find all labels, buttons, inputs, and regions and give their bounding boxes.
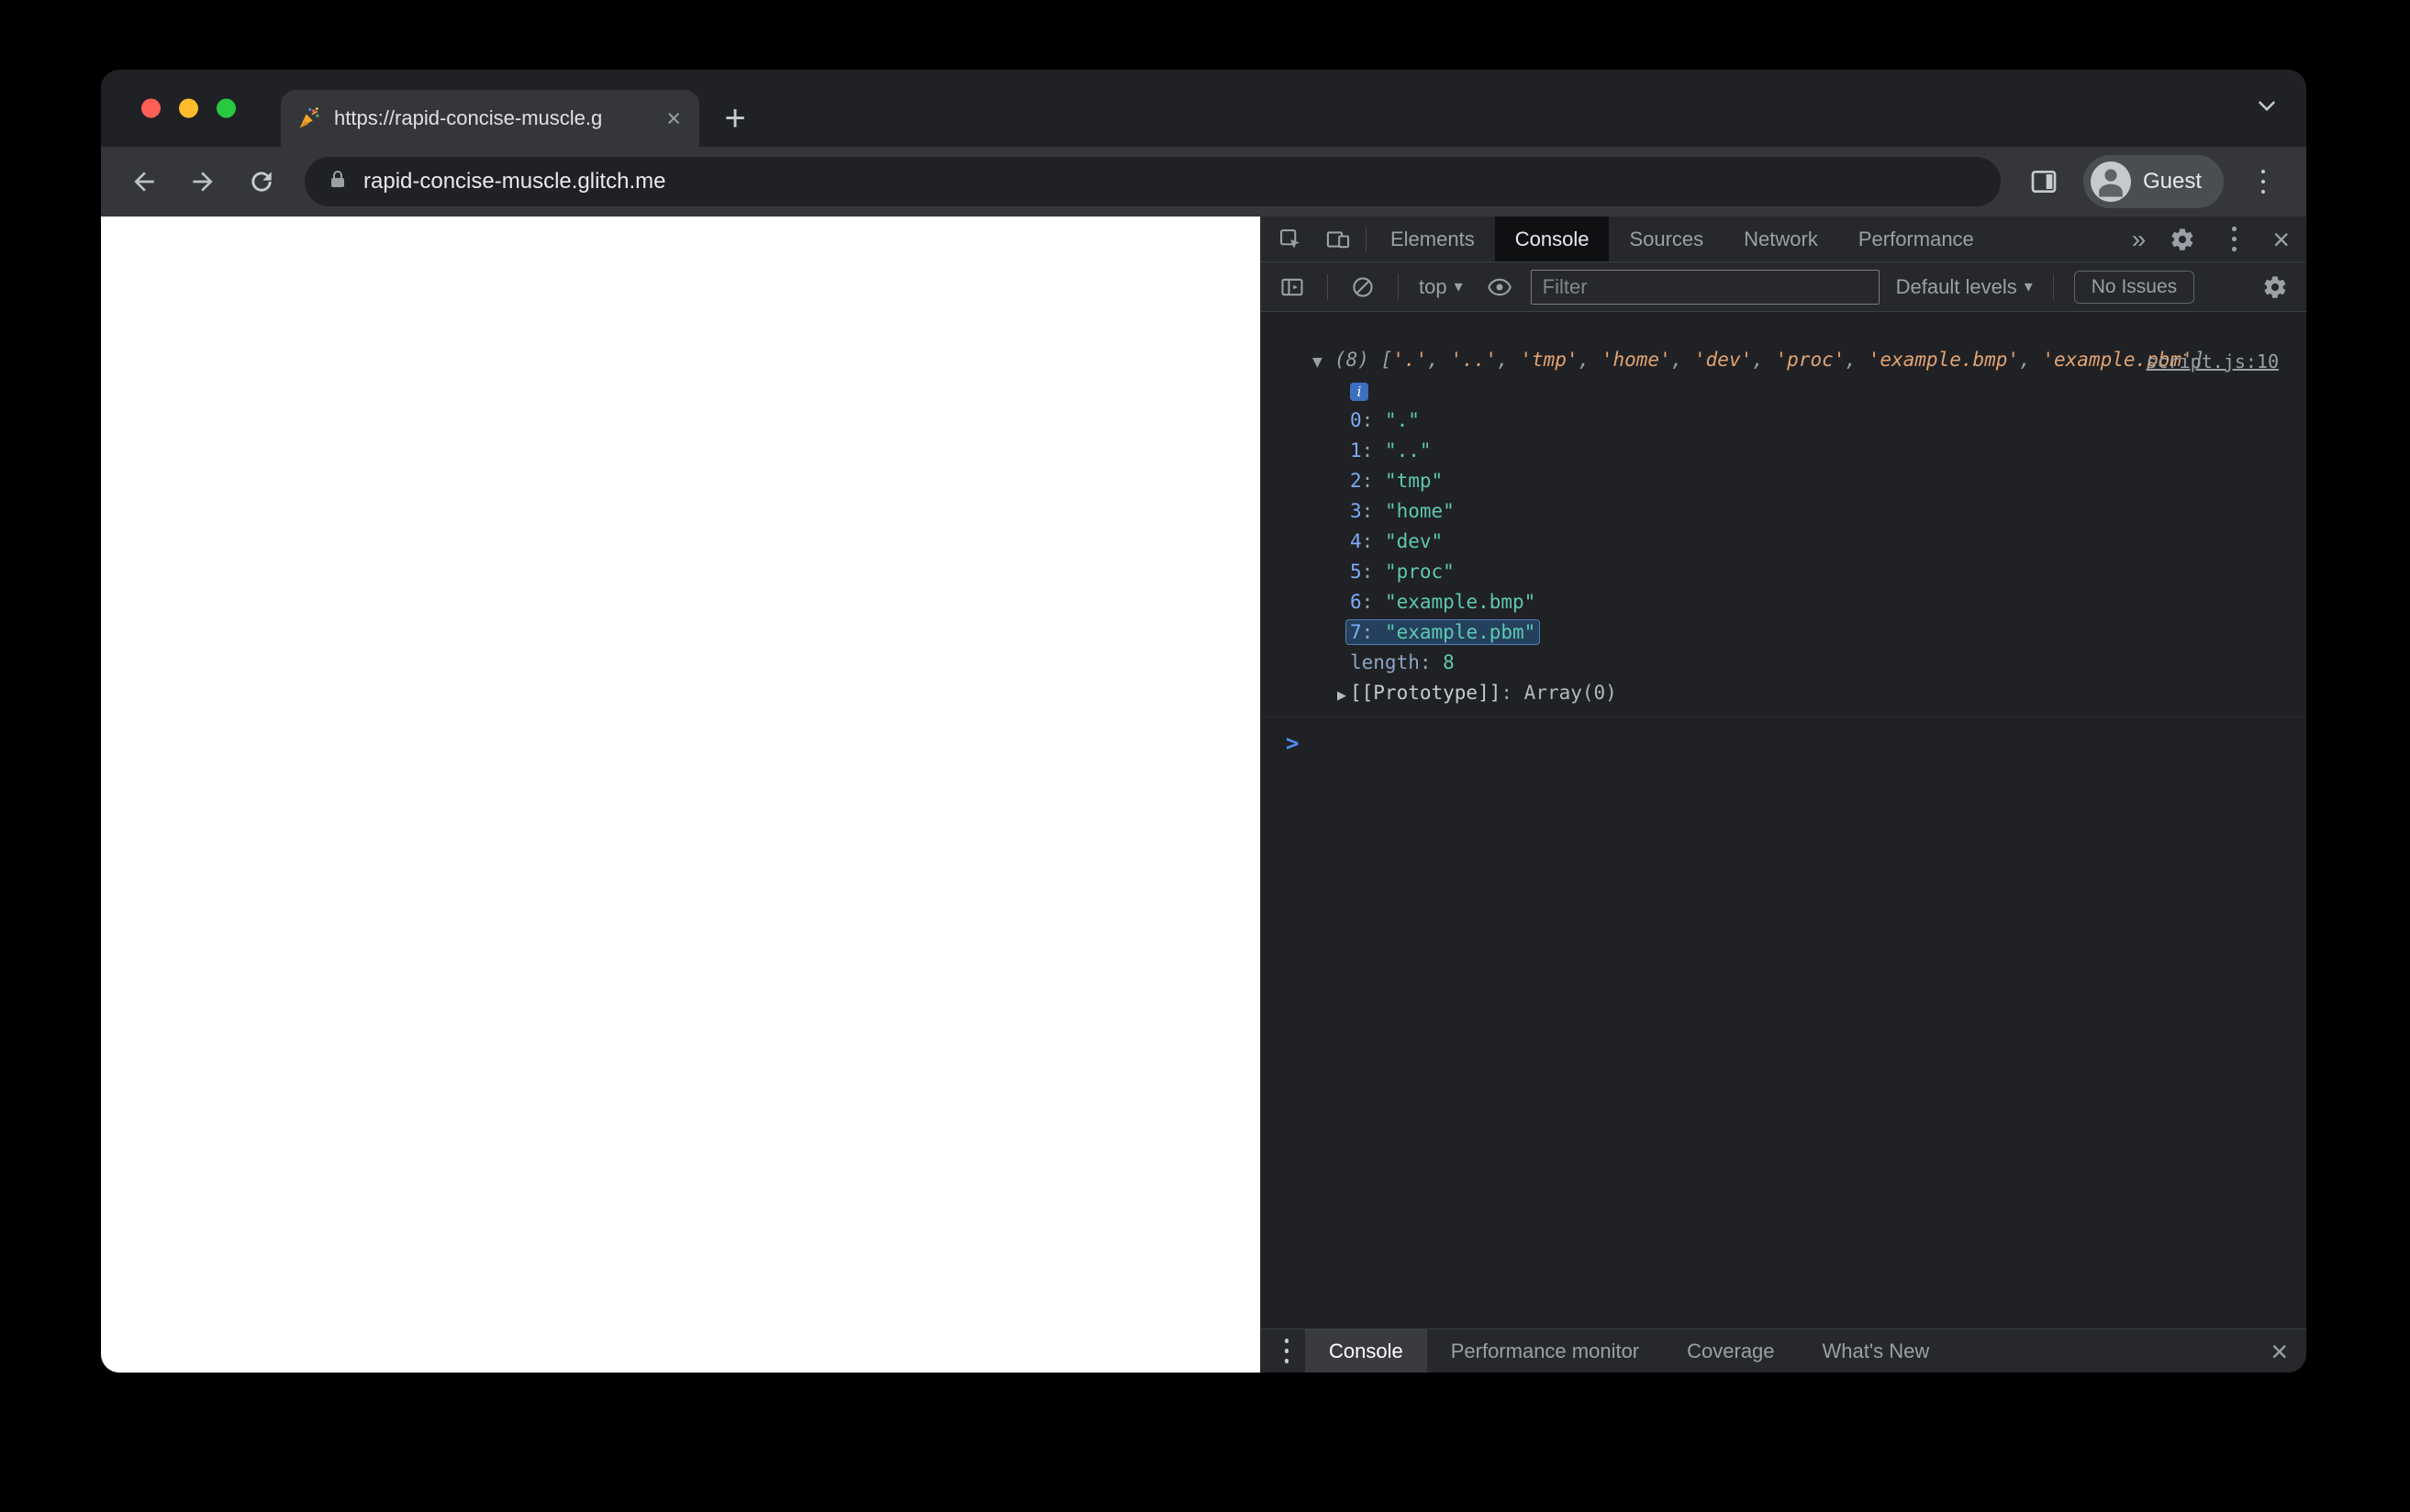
array-item-2[interactable]: 2: "tmp"	[1261, 466, 2306, 496]
array-items: 0: "." 1: ".." 2: "tmp" 3: "home" 4: "dev" 5:…	[1261, 406, 2306, 648]
drawer-tab-what-s-new[interactable]: What's New	[1799, 1329, 1954, 1373]
console-message: script.js:10 ▼ (8) ['.', '..', 'tmp', 'ho…	[1261, 345, 2306, 717]
log-levels-selector[interactable]: Default levels ▾	[1891, 275, 2038, 299]
back-icon[interactable]	[117, 155, 171, 208]
chevron-down-icon: ▾	[2024, 277, 2033, 295]
devtools-panel: Elements Console Sources Network Performance…	[1260, 217, 2306, 1373]
live-expression-eye-icon[interactable]	[1479, 269, 1520, 306]
tab-close-icon[interactable]: ×	[663, 106, 685, 131]
chevron-down-icon: ▾	[1454, 277, 1463, 295]
issues-badge[interactable]: No Issues	[2073, 270, 2195, 304]
array-item-0[interactable]: 0: "."	[1261, 406, 2306, 436]
window-controls	[141, 98, 236, 118]
side-panel-icon[interactable]	[2017, 155, 2070, 208]
drawer-menu-icon[interactable]	[1268, 1336, 1305, 1366]
console-prompt[interactable]: >	[1261, 723, 2306, 756]
info-row: i	[1261, 378, 2306, 406]
length-label: length	[1350, 651, 1420, 673]
array-item-1[interactable]: 1: ".."	[1261, 436, 2306, 466]
devtools-menu-icon[interactable]	[2210, 224, 2258, 254]
address-bar[interactable]: rapid-concise-muscle.glitch.me	[305, 157, 2001, 206]
clear-console-icon[interactable]	[1343, 269, 1383, 306]
party-popper-favicon-icon	[296, 106, 321, 131]
divider	[1398, 273, 1399, 300]
collapse-triangle-icon[interactable]: ▼	[1312, 348, 1334, 378]
prompt-chevron-icon: >	[1286, 730, 1300, 756]
devtools-tabbar-right: » ×	[2123, 224, 2301, 254]
prototype-label: [[Prototype]]	[1350, 682, 1501, 704]
drawer-tabs: Console Performance monitor Coverage What's…	[1305, 1329, 1953, 1373]
device-toolbar-icon[interactable]	[1314, 217, 1362, 261]
more-tabs-icon[interactable]: »	[2123, 225, 2156, 254]
tab-search-chevron-icon[interactable]	[2253, 93, 2281, 125]
array-item-3[interactable]: 3: "home"	[1261, 496, 2306, 527]
reload-icon[interactable]	[235, 155, 288, 208]
zoom-window-button[interactable]	[217, 98, 236, 118]
console-output[interactable]: script.js:10 ▼ (8) ['.', '..', 'tmp', 'ho…	[1261, 312, 2306, 1329]
avatar-icon	[2090, 161, 2131, 202]
devtools-main-tabs: Elements Console Sources Network Performance	[1370, 217, 1994, 261]
console-settings-gear-icon[interactable]	[2255, 269, 2295, 306]
devtools-tab-performance[interactable]: Performance	[1838, 217, 1994, 261]
array-item-7[interactable]: 7: "example.pbm"	[1261, 617, 2306, 648]
drawer-tab-performance-monitor[interactable]: Performance monitor	[1427, 1329, 1663, 1373]
filter-input[interactable]	[1530, 269, 1880, 305]
array-item-4[interactable]: 4: "dev"	[1261, 527, 2306, 557]
devtools-tab-console[interactable]: Console	[1494, 217, 1610, 261]
prototype-value: Array(0)	[1523, 682, 1617, 704]
array-item-6[interactable]: 6: "example.bmp"	[1261, 587, 2306, 617]
close-devtools-icon[interactable]: ×	[2261, 225, 2301, 254]
devtools-tabbar: Elements Console Sources Network Performance…	[1261, 217, 2306, 262]
context-selector[interactable]: top ▾	[1413, 275, 1468, 299]
devtools-tab-sources[interactable]: Sources	[1609, 217, 1724, 261]
drawer-tab-console[interactable]: Console	[1305, 1329, 1427, 1373]
tab-strip: https://rapid-concise-muscle.g × +	[101, 70, 2306, 147]
page-content[interactable]	[101, 217, 1260, 1373]
address-url: rapid-concise-muscle.glitch.me	[363, 169, 666, 194]
divider	[1327, 273, 1328, 300]
expand-triangle-icon[interactable]: ▶	[1337, 681, 1350, 711]
window-content: Elements Console Sources Network Performance…	[101, 217, 2306, 1373]
devtools-tab-network[interactable]: Network	[1724, 217, 1838, 261]
forward-icon[interactable]	[176, 155, 229, 208]
close-window-button[interactable]	[141, 98, 161, 118]
browser-window: https://rapid-concise-muscle.g × + rapid…	[101, 70, 2306, 1373]
devtools-drawer: Console Performance monitor Coverage What's…	[1261, 1329, 2306, 1373]
devtools-tab-elements[interactable]: Elements	[1370, 217, 1495, 261]
divider	[2052, 273, 2054, 300]
length-value: 8	[1443, 651, 1455, 673]
tab-title: https://rapid-concise-muscle.g	[334, 106, 603, 129]
array-length-row: length: 8	[1350, 651, 1455, 673]
array-item-5[interactable]: 5: "proc"	[1261, 557, 2306, 587]
browser-tab[interactable]: https://rapid-concise-muscle.g ×	[281, 90, 699, 147]
minimize-window-button[interactable]	[179, 98, 198, 118]
browser-toolbar: rapid-concise-muscle.glitch.me Guest	[101, 147, 2306, 217]
lock-icon	[327, 169, 349, 195]
close-drawer-icon[interactable]: ×	[2259, 1337, 2299, 1366]
drawer-tab-coverage[interactable]: Coverage	[1663, 1329, 1798, 1373]
prototype-row[interactable]: ▶ [[Prototype]]: Array(0)	[1261, 678, 2306, 711]
browser-menu-icon[interactable]	[2237, 155, 2290, 208]
profile-button[interactable]: Guest	[2082, 155, 2224, 208]
console-sidebar-icon[interactable]	[1272, 269, 1312, 306]
settings-gear-icon[interactable]	[2159, 227, 2206, 252]
array-preview-text: (8) ['.', '..', 'tmp', 'home', 'dev', 'p…	[1334, 349, 2205, 371]
console-toolbar: top ▾ Default levels ▾ No Issues	[1261, 262, 2306, 312]
new-tab-button[interactable]: +	[710, 94, 760, 143]
profile-label: Guest	[2142, 169, 2202, 194]
inspect-element-icon[interactable]	[1266, 217, 1314, 261]
info-icon: i	[1350, 383, 1368, 401]
console-source-link[interactable]: script.js:10	[2147, 350, 2280, 372]
divider	[1366, 226, 1367, 252]
